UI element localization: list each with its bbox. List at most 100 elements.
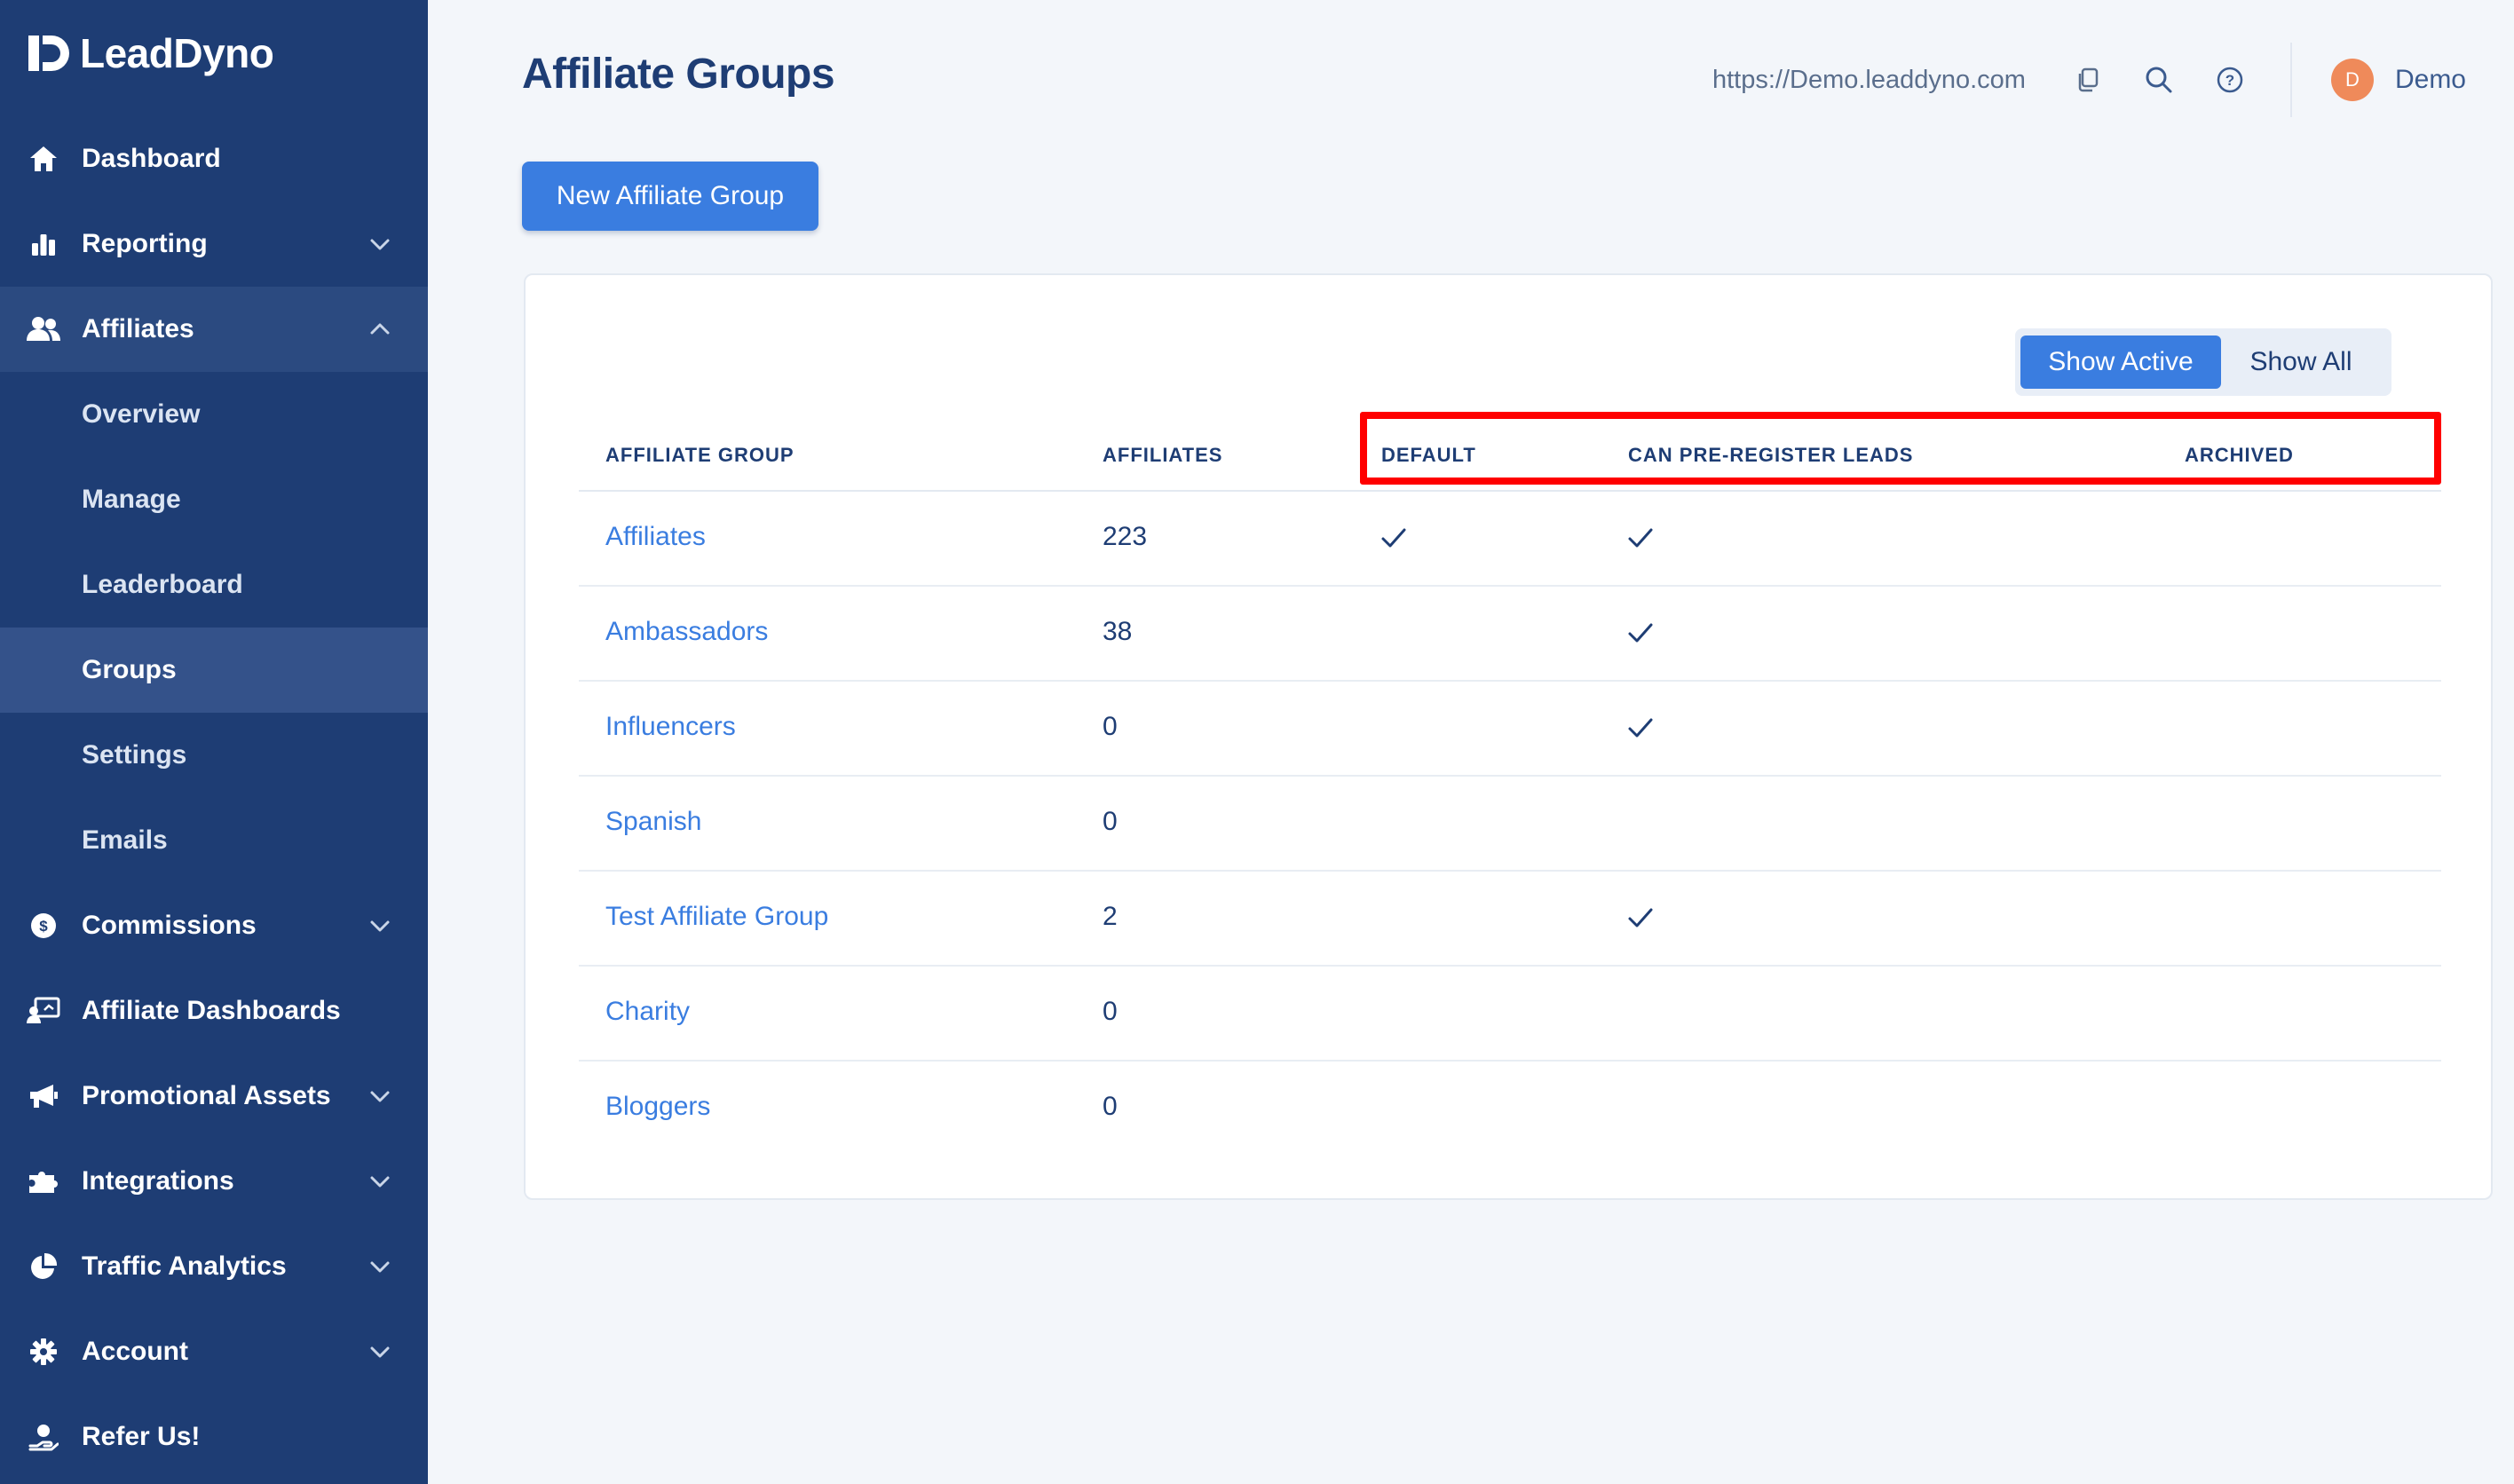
active-filter-toggle: Show Active Show All bbox=[2015, 328, 2391, 396]
affiliates-subnav: Overview Manage Leaderboard Groups Setti… bbox=[0, 372, 428, 883]
column-header-archived[interactable]: ARCHIVED bbox=[2185, 444, 2294, 467]
table-row: Influencers 0 bbox=[579, 682, 2441, 777]
chevron-down-icon bbox=[370, 1346, 390, 1358]
sidebar-item-promotional-assets[interactable]: Promotional Assets bbox=[0, 1054, 428, 1139]
affiliate-count: 0 bbox=[1103, 712, 1118, 741]
divider bbox=[2289, 43, 2292, 117]
table-row: Spanish 0 bbox=[579, 777, 2441, 872]
sidebar-item-traffic-analytics[interactable]: Traffic Analytics bbox=[0, 1224, 428, 1309]
svg-text:$: $ bbox=[39, 918, 48, 935]
affiliate-count: 0 bbox=[1103, 997, 1118, 1026]
sidebar-item-label: Account bbox=[82, 1337, 188, 1366]
dollar-circle-icon: $ bbox=[27, 909, 60, 943]
users-icon bbox=[27, 312, 60, 346]
home-icon bbox=[27, 142, 60, 176]
sidebar-item-label: Reporting bbox=[82, 229, 208, 258]
table-row: Ambassadors 38 bbox=[579, 587, 2441, 682]
column-header-default[interactable]: DEFAULT bbox=[1381, 444, 1476, 467]
sidebar-item-affiliate-dashboards[interactable]: Affiliate Dashboards bbox=[0, 968, 428, 1054]
top-bar: https://Demo.leaddyno.com ? D Demo bbox=[1712, 39, 2466, 121]
puzzle-icon bbox=[27, 1164, 60, 1198]
sidebar-item-affiliates[interactable]: Affiliates bbox=[0, 287, 428, 372]
site-url-link[interactable]: https://Demo.leaddyno.com bbox=[1712, 66, 2026, 95]
column-header-affiliates[interactable]: AFFILIATES bbox=[1103, 444, 1222, 467]
chevron-down-icon bbox=[370, 239, 390, 250]
search-icon[interactable] bbox=[2141, 62, 2177, 98]
pre-register-check-icon bbox=[1628, 908, 1653, 928]
megaphone-icon bbox=[27, 1079, 60, 1113]
leaddyno-logo-icon bbox=[28, 36, 69, 71]
subnav-item-label: Groups bbox=[82, 655, 177, 684]
pie-chart-icon bbox=[27, 1250, 60, 1283]
sidebar-item-dashboard[interactable]: Dashboard bbox=[0, 116, 428, 201]
default-check-icon bbox=[1381, 528, 1406, 548]
column-header-affiliate-group[interactable]: AFFILIATE GROUP bbox=[605, 444, 795, 467]
sidebar: LeadDyno Dashboard Reporting Affiliates bbox=[0, 0, 428, 1484]
table-row: Affiliates 223 bbox=[579, 492, 2441, 587]
sidebar-item-label: Traffic Analytics bbox=[82, 1251, 287, 1281]
copy-icon[interactable] bbox=[2070, 62, 2106, 98]
sidebar-item-reporting[interactable]: Reporting bbox=[0, 201, 428, 287]
chevron-down-icon bbox=[370, 920, 390, 932]
subnav-item-label: Settings bbox=[82, 740, 187, 770]
show-active-button[interactable]: Show Active bbox=[2020, 335, 2221, 389]
pre-register-check-icon bbox=[1628, 623, 1653, 643]
help-icon[interactable]: ? bbox=[2212, 62, 2248, 98]
affiliate-count: 0 bbox=[1103, 807, 1118, 836]
bar-chart-icon bbox=[27, 227, 60, 261]
subnav-item-label: Emails bbox=[82, 825, 168, 855]
subnav-item-label: Leaderboard bbox=[82, 570, 243, 599]
sidebar-item-label: Affiliate Dashboards bbox=[82, 996, 341, 1025]
group-name-link[interactable]: Influencers bbox=[605, 712, 736, 742]
group-name-link[interactable]: Ambassadors bbox=[605, 617, 768, 647]
user-menu[interactable]: Demo bbox=[2395, 65, 2466, 95]
sidebar-item-label: Refer Us! bbox=[82, 1422, 201, 1451]
chevron-up-icon bbox=[370, 323, 390, 335]
subnav-item-emails[interactable]: Emails bbox=[0, 798, 428, 883]
presentation-icon bbox=[27, 994, 60, 1028]
sidebar-item-label: Integrations bbox=[82, 1166, 234, 1196]
new-affiliate-group-button[interactable]: New Affiliate Group bbox=[522, 162, 818, 231]
group-name-link[interactable]: Spanish bbox=[605, 807, 701, 837]
sidebar-item-label: Dashboard bbox=[82, 144, 221, 173]
sidebar-item-commissions[interactable]: $ Commissions bbox=[0, 883, 428, 968]
hand-user-icon bbox=[27, 1420, 60, 1454]
table-row: Bloggers 0 bbox=[579, 1062, 2441, 1156]
affiliate-groups-table: AFFILIATE GROUP AFFILIATES DEFAULT CAN P… bbox=[579, 408, 2441, 1156]
sidebar-item-label: Commissions bbox=[82, 911, 257, 940]
sidebar-item-account[interactable]: Account bbox=[0, 1309, 428, 1394]
subnav-item-groups[interactable]: Groups bbox=[0, 628, 428, 713]
table-header: AFFILIATE GROUP AFFILIATES DEFAULT CAN P… bbox=[579, 408, 2441, 492]
group-name-link[interactable]: Bloggers bbox=[605, 1092, 710, 1122]
group-name-link[interactable]: Affiliates bbox=[605, 522, 706, 552]
subnav-item-manage[interactable]: Manage bbox=[0, 457, 428, 542]
affiliate-count: 38 bbox=[1103, 617, 1133, 646]
chevron-down-icon bbox=[370, 1261, 390, 1273]
chevron-down-icon bbox=[370, 1176, 390, 1188]
brand-name: LeadDyno bbox=[80, 30, 274, 76]
affiliate-count: 0 bbox=[1103, 1092, 1118, 1121]
pre-register-check-icon bbox=[1628, 528, 1653, 548]
brand-logo[interactable]: LeadDyno bbox=[27, 28, 274, 78]
sidebar-item-label: Promotional Assets bbox=[82, 1081, 331, 1110]
affiliate-count: 223 bbox=[1103, 522, 1148, 551]
subnav-item-settings[interactable]: Settings bbox=[0, 713, 428, 798]
gear-icon bbox=[27, 1335, 60, 1369]
table-row: Charity 0 bbox=[579, 967, 2441, 1062]
subnav-item-overview[interactable]: Overview bbox=[0, 372, 428, 457]
sidebar-item-integrations[interactable]: Integrations bbox=[0, 1139, 428, 1224]
page-title: Affiliate Groups bbox=[522, 51, 835, 98]
avatar[interactable]: D bbox=[2330, 59, 2374, 101]
group-name-link[interactable]: Test Affiliate Group bbox=[605, 902, 828, 932]
show-all-button[interactable]: Show All bbox=[2221, 335, 2381, 389]
column-header-can-pre-register-leads[interactable]: CAN PRE-REGISTER LEADS bbox=[1628, 444, 1913, 467]
sidebar-item-refer-us[interactable]: Refer Us! bbox=[0, 1394, 428, 1480]
group-name-link[interactable]: Charity bbox=[605, 997, 690, 1027]
pre-register-check-icon bbox=[1628, 718, 1653, 738]
table-row: Test Affiliate Group 2 bbox=[579, 872, 2441, 967]
svg-text:?: ? bbox=[2225, 72, 2234, 89]
subnav-item-label: Overview bbox=[82, 399, 201, 429]
affiliate-count: 2 bbox=[1103, 902, 1118, 931]
subnav-item-leaderboard[interactable]: Leaderboard bbox=[0, 542, 428, 628]
affiliate-groups-card: Show Active Show All AFFILIATE GROUP AFF… bbox=[524, 273, 2493, 1200]
